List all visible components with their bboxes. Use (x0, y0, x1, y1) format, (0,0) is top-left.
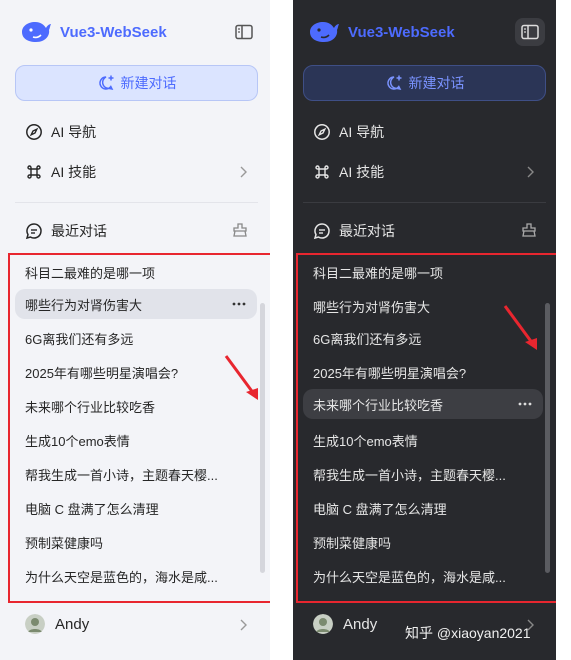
command-icon (27, 165, 41, 179)
annotation-arrow (503, 305, 537, 350)
chevron-right-icon (240, 619, 247, 631)
conversation-item[interactable]: 6G离我们还有多远 (15, 323, 257, 353)
user-profile[interactable]: Andy (25, 612, 89, 636)
new-chat-label: 新建对话 (120, 75, 177, 91)
conversation-list: 科目二最难的是哪一项 哪些行为对肾伤害大 6G离我们还有多远 2025年有哪些明… (8, 253, 270, 603)
whale-logo-icon (310, 22, 339, 42)
more-options-icon[interactable] (231, 297, 247, 311)
conversation-title: 生成10个emo表情 (313, 433, 418, 449)
clear-history-icon[interactable] (232, 222, 248, 238)
recent-label: 最近对话 (51, 223, 107, 239)
app-title: Vue3-WebSeek (348, 23, 455, 41)
user-name: Andy (55, 615, 90, 633)
avatar (313, 614, 333, 634)
conversation-title: 2025年有哪些明星演唱会? (25, 365, 179, 381)
compass-icon (314, 124, 330, 140)
conversation-item[interactable]: 电脑 C 盘满了怎么清理 (303, 493, 543, 523)
conversation-item[interactable]: 预制菜健康吗 (15, 527, 257, 557)
conversation-title: 预制菜健康吗 (313, 535, 392, 551)
right-edge (556, 0, 571, 660)
conversation-item[interactable]: 帮我生成一首小诗，主题春天樱... (15, 459, 257, 489)
conversation-item[interactable]: 预制菜健康吗 (303, 527, 543, 557)
conversation-title: 未来哪个行业比较吃香 (313, 397, 444, 413)
conversation-item[interactable]: 2025年有哪些明星演唱会? (15, 357, 257, 387)
chevron-right-icon (527, 166, 534, 178)
new-chat-button[interactable]: 新建对话 (303, 65, 546, 101)
conversation-title: 哪些行为对肾伤害大 (25, 297, 143, 313)
chat-bubble-icon (313, 223, 330, 240)
new-chat-icon (386, 75, 401, 91)
nav-item-ai-navigation[interactable]: AI 导航 (25, 120, 96, 144)
conversation-item-active[interactable]: 未来哪个行业比较吃香 (303, 389, 543, 419)
sidebar-toggle-icon (521, 24, 539, 40)
separator (270, 0, 293, 660)
conversation-item[interactable]: 科目二最难的是哪一项 (15, 257, 257, 287)
annotation-arrow (224, 355, 258, 400)
conversation-title: 帮我生成一首小诗，主题春天樱... (25, 467, 218, 483)
new-chat-icon (98, 75, 113, 91)
conversation-item[interactable]: 电脑 C 盘满了怎么清理 (15, 493, 257, 523)
app-logo: Vue3-WebSeek (308, 18, 455, 46)
app-logo: Vue3-WebSeek (20, 18, 167, 46)
compass-icon (26, 124, 42, 140)
watermark: 知乎 @xiaoyan2021 (405, 625, 531, 641)
command-icon (315, 165, 329, 179)
conversation-title: 6G离我们还有多远 (25, 331, 134, 347)
conversation-item-active[interactable]: 哪些行为对肾伤害大 (15, 289, 257, 319)
conversation-item[interactable]: 未来哪个行业比较吃香 (15, 391, 257, 421)
conversation-title: 电脑 C 盘满了怎么清理 (25, 501, 159, 517)
sidebar-light: Vue3-WebSeek 新建对话 AI 导航 AI 技能 最近对话 科目二最难… (0, 0, 270, 660)
conversation-title: 科目二最难的是哪一项 (313, 265, 444, 281)
nav-item-ai-skills[interactable]: AI 技能 (25, 160, 96, 184)
recent-conversations-header: 最近对话 (313, 219, 395, 243)
chat-bubble-icon (25, 223, 42, 240)
conversation-title: 电脑 C 盘满了怎么清理 (313, 501, 447, 517)
sidebar-dark: Vue3-WebSeek 新建对话 AI 导航 AI 技能 最近对话 科目二最难… (293, 0, 556, 660)
avatar (25, 614, 45, 634)
clear-history-icon[interactable] (521, 222, 537, 238)
sidebar-toggle-icon (235, 24, 253, 40)
user-name: Andy (343, 615, 378, 633)
recent-label: 最近对话 (339, 223, 395, 239)
conversation-title: 科目二最难的是哪一项 (25, 265, 156, 281)
nav-item-label: AI 导航 (51, 124, 97, 140)
scrollbar[interactable] (545, 303, 550, 573)
conversation-title: 生成10个emo表情 (25, 433, 130, 449)
scrollbar[interactable] (260, 303, 265, 573)
conversation-item[interactable]: 科目二最难的是哪一项 (303, 257, 543, 287)
conversation-item[interactable]: 生成10个emo表情 (303, 425, 543, 455)
conversation-item[interactable]: 为什么天空是蓝色的，海水是咸... (303, 561, 543, 591)
conversation-title: 6G离我们还有多远 (313, 331, 422, 347)
conversation-item[interactable]: 2025年有哪些明星演唱会? (303, 357, 543, 387)
conversation-title: 未来哪个行业比较吃香 (25, 399, 156, 415)
conversation-title: 帮我生成一首小诗，主题春天樱... (313, 467, 506, 483)
conversation-item[interactable]: 帮我生成一首小诗，主题春天樱... (303, 459, 543, 489)
chevron-right-icon (240, 166, 247, 178)
collapse-sidebar-button[interactable] (229, 18, 259, 46)
more-options-icon[interactable] (517, 397, 533, 411)
conversation-title: 预制菜健康吗 (25, 535, 104, 551)
nav-item-label: AI 技能 (339, 164, 385, 180)
divider (303, 202, 546, 203)
conversation-title: 2025年有哪些明星演唱会? (313, 365, 467, 381)
nav-item-label: AI 技能 (51, 164, 97, 180)
new-chat-label: 新建对话 (408, 75, 465, 91)
conversation-title: 哪些行为对肾伤害大 (313, 299, 431, 315)
nav-item-ai-navigation[interactable]: AI 导航 (313, 120, 384, 144)
whale-logo-icon (22, 22, 51, 42)
new-chat-button[interactable]: 新建对话 (15, 65, 258, 101)
user-profile[interactable]: Andy (313, 612, 377, 636)
nav-item-ai-skills[interactable]: AI 技能 (313, 160, 384, 184)
recent-conversations-header: 最近对话 (25, 219, 107, 243)
app-title: Vue3-WebSeek (60, 23, 167, 41)
conversation-title: 为什么天空是蓝色的，海水是咸... (25, 569, 218, 585)
nav-item-label: AI 导航 (339, 124, 385, 140)
divider (15, 202, 258, 203)
conversation-item[interactable]: 为什么天空是蓝色的，海水是咸... (15, 561, 257, 591)
conversation-item[interactable]: 生成10个emo表情 (15, 425, 257, 455)
collapse-sidebar-button[interactable] (515, 18, 545, 46)
conversation-title: 为什么天空是蓝色的，海水是咸... (313, 569, 506, 585)
